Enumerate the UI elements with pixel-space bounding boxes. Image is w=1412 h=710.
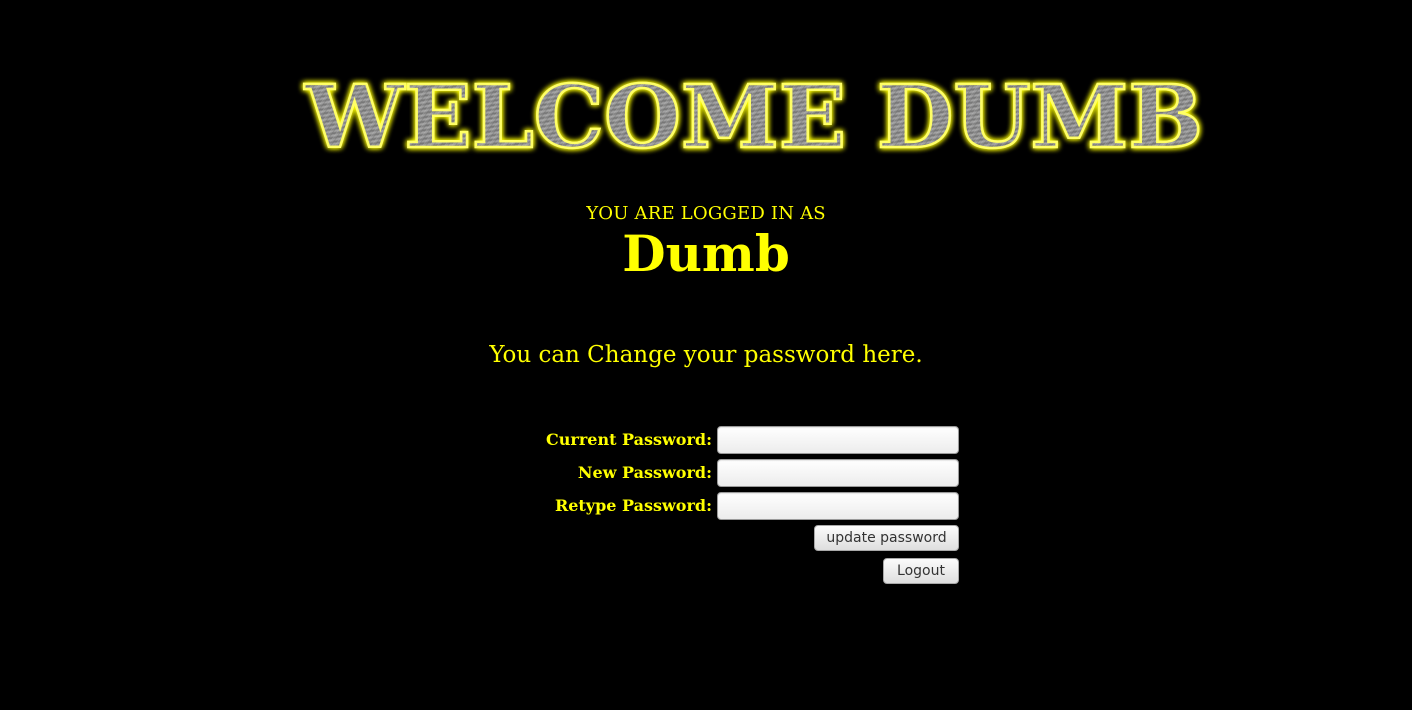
current-password-field[interactable] [717, 426, 959, 454]
welcome-banner-text: WELCOME DUMB [304, 69, 1203, 160]
new-password-field[interactable] [717, 459, 959, 487]
current-password-row: Current Password: [0, 426, 1412, 454]
username-heading: Dumb [622, 224, 790, 283]
new-password-label: New Password: [577, 463, 712, 482]
new-password-row: New Password: [0, 459, 1412, 487]
retype-password-field[interactable] [717, 492, 959, 520]
retype-password-row: Retype Password: [0, 492, 1412, 520]
change-password-intro: You can Change your password here. [489, 342, 923, 368]
logged-in-label: YOU ARE LOGGED IN AS [586, 203, 826, 224]
welcome-banner: WELCOME DUMB [293, 69, 1215, 160]
current-password-label: Current Password: [546, 430, 712, 449]
welcome-banner-image: WELCOME DUMB [303, 69, 1205, 160]
retype-password-label: Retype Password: [554, 496, 712, 515]
update-password-button[interactable]: update password [814, 525, 959, 551]
logout-button[interactable]: Logout [883, 558, 959, 584]
